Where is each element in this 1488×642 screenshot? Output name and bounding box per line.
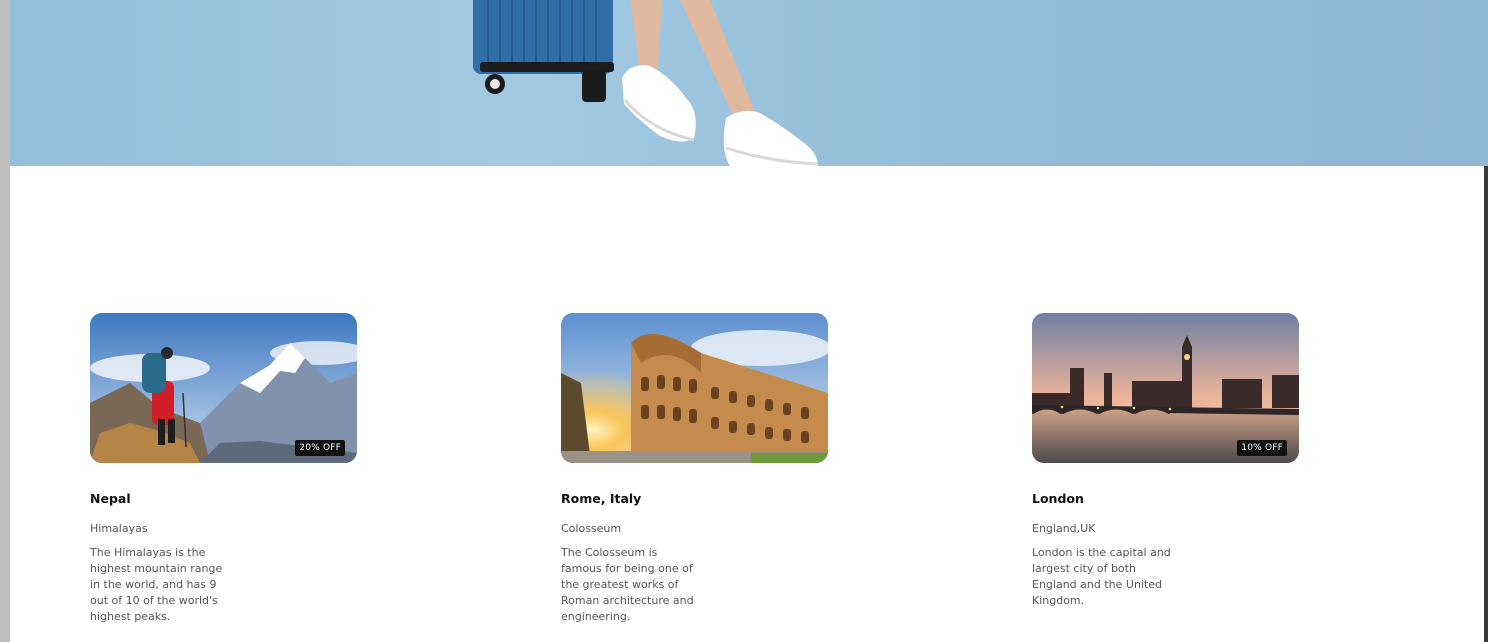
- card-subtitle: Himalayas: [90, 522, 148, 535]
- hero-banner: [10, 0, 1488, 166]
- scrollbar[interactable]: [1484, 166, 1488, 642]
- discount-badge: 10% OFF: [1237, 440, 1287, 456]
- card-image[interactable]: 10% OFF: [1032, 313, 1299, 463]
- destination-card-nepal[interactable]: 20% OFF Nepal Himalayas The Himalayas is…: [90, 313, 370, 625]
- destination-card-rome[interactable]: Rome, Italy Colosseum The Colosseum is f…: [561, 313, 841, 625]
- card-description: The Colosseum is famous for being one of…: [561, 546, 694, 623]
- page-edge: [0, 0, 10, 642]
- card-title[interactable]: Rome, Italy: [561, 491, 841, 506]
- card-subtitle: England,UK: [1032, 522, 1096, 535]
- destination-card-london[interactable]: 10% OFF London England,UK London is the …: [1032, 313, 1312, 609]
- discount-badge: 20% OFF: [295, 440, 345, 456]
- traveler-with-suitcase-image: [473, 0, 819, 166]
- card-description: The Himalayas is the highest mountain ra…: [90, 546, 223, 623]
- card-title[interactable]: London: [1032, 491, 1312, 506]
- card-image[interactable]: 20% OFF: [90, 313, 357, 463]
- card-description: London is the capital and largest city o…: [1032, 546, 1171, 607]
- colosseum-image: [561, 313, 828, 463]
- card-subtitle: Colosseum: [561, 522, 622, 535]
- card-title[interactable]: Nepal: [90, 491, 370, 506]
- card-image[interactable]: [561, 313, 828, 463]
